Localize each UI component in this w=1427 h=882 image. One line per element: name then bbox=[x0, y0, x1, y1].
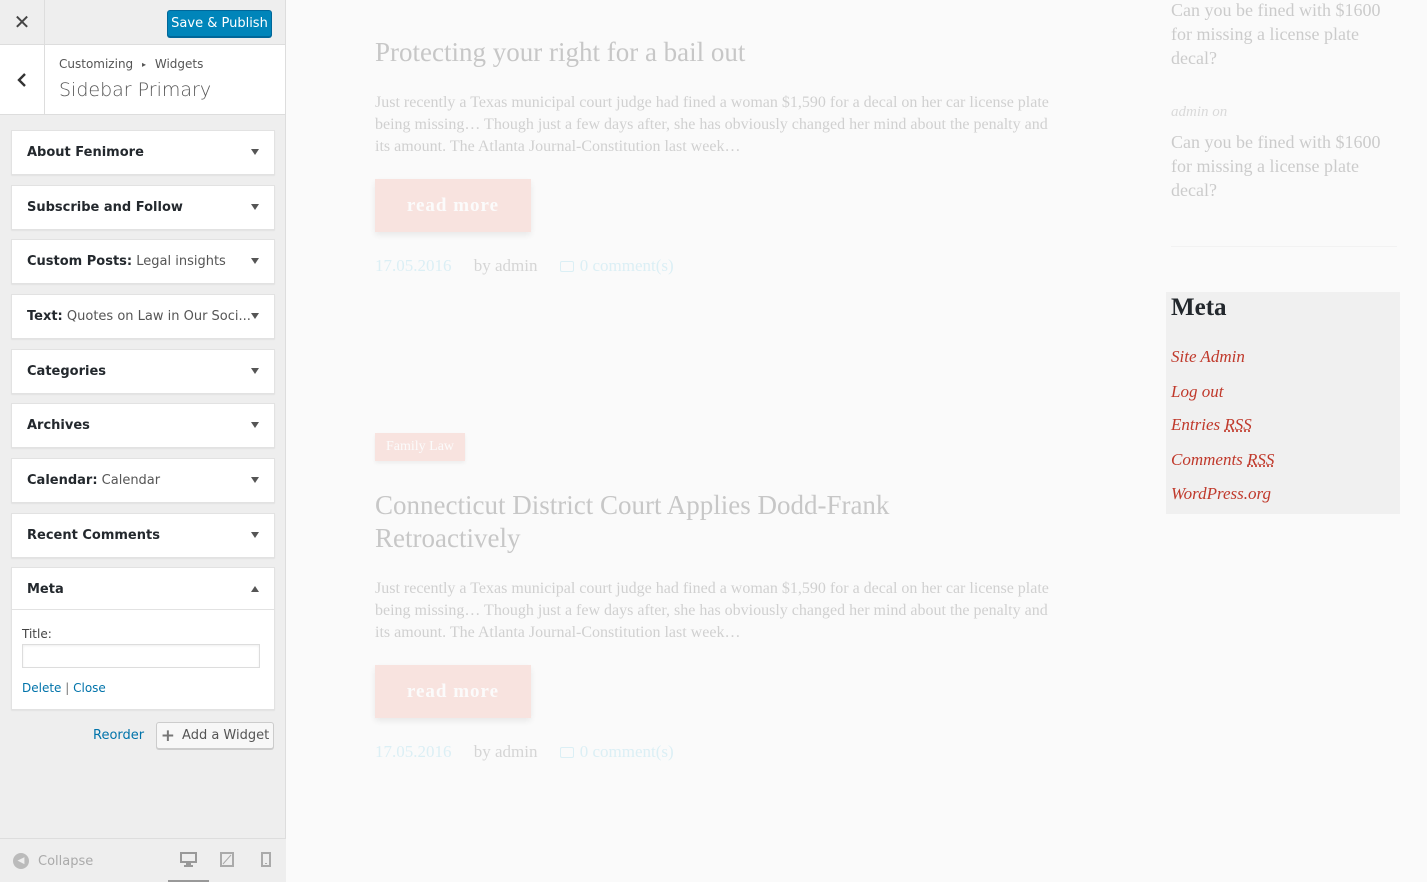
meta-widget-form: Title: Delete | Close bbox=[12, 609, 274, 709]
expand-arrow-icon[interactable] bbox=[251, 422, 259, 428]
close-link[interactable]: Close bbox=[73, 681, 106, 695]
collapse-arrow-icon[interactable] bbox=[251, 586, 259, 592]
widget-recent-comments[interactable]: Recent Comments bbox=[11, 513, 275, 558]
post-excerpt: Just recently a Texas municipal court ju… bbox=[375, 94, 1049, 155]
widget-title: About Fenimore bbox=[27, 145, 144, 160]
add-widget-button[interactable]: + Add a Widget bbox=[156, 722, 274, 749]
widget-custom-posts[interactable]: Custom Posts: Legal insights bbox=[11, 239, 275, 284]
post-title[interactable]: Protecting your right for a bail out bbox=[375, 36, 745, 69]
post-comments[interactable]: 0 comment(s) bbox=[580, 256, 674, 275]
widget-title: Calendar: Calendar bbox=[27, 473, 161, 488]
widget-title: Meta bbox=[27, 582, 64, 597]
read-more-button[interactable]: read more bbox=[375, 179, 531, 232]
comment-icon bbox=[559, 261, 574, 272]
close-icon: ✕ bbox=[13, 11, 31, 34]
expand-arrow-icon[interactable] bbox=[251, 313, 259, 319]
widget-actions: Delete | Close bbox=[22, 681, 106, 695]
section-title: Sidebar Primary bbox=[59, 79, 212, 101]
read-more-button[interactable]: read more bbox=[375, 665, 531, 718]
title-label: Title: bbox=[22, 627, 52, 641]
comment-link[interactable]: Can you be fined with $1600 for missing … bbox=[1171, 0, 1403, 70]
expand-arrow-icon[interactable] bbox=[251, 368, 259, 374]
comment-icon bbox=[559, 747, 574, 758]
breadcrumb-current: Widgets bbox=[154, 57, 204, 71]
expand-arrow-icon[interactable] bbox=[251, 204, 259, 210]
widget-title: Categories bbox=[27, 364, 107, 379]
mobile-icon[interactable] bbox=[261, 852, 271, 867]
meta-widget-preview: Meta Site Admin Log out Entries RSS Comm… bbox=[1166, 292, 1400, 514]
plus-icon: + bbox=[160, 725, 176, 746]
site-preview: Protecting your right for a bail out Jus… bbox=[287, 0, 1427, 882]
widget-title: Custom Posts: Legal insights bbox=[27, 254, 226, 269]
post-date[interactable]: 17.05.2016 bbox=[375, 256, 452, 275]
expand-arrow-icon[interactable] bbox=[251, 477, 259, 483]
close-customizer-button[interactable]: ✕ bbox=[0, 0, 45, 44]
title-input[interactable] bbox=[22, 644, 260, 668]
expand-arrow-icon[interactable] bbox=[251, 258, 259, 264]
tablet-icon[interactable] bbox=[220, 852, 234, 867]
widget-categories[interactable]: Categories bbox=[11, 349, 275, 394]
sidebar-divider bbox=[1171, 246, 1397, 247]
widget-title: Text: Quotes on Law in Our Soci... bbox=[27, 309, 251, 324]
category-tag[interactable]: Family Law bbox=[375, 433, 466, 461]
entries-rss-link[interactable]: Entries RSS bbox=[1171, 415, 1252, 435]
wordpress-org-link[interactable]: WordPress.org bbox=[1171, 484, 1271, 504]
reorder-link[interactable]: Reorder bbox=[93, 728, 144, 743]
customizer-topbar: ✕ Save & Publish bbox=[0, 0, 285, 45]
widget-meta[interactable]: Meta Title: Delete | Close bbox=[11, 567, 275, 710]
post-comments[interactable]: 0 comment(s) bbox=[580, 742, 674, 761]
breadcrumb-root: Customizing bbox=[59, 57, 134, 71]
widget-title: Recent Comments bbox=[27, 528, 160, 543]
widget-text-quotes[interactable]: Text: Quotes on Law in Our Soci... bbox=[11, 294, 275, 339]
actions-separator: | bbox=[61, 681, 74, 695]
expand-arrow-icon[interactable] bbox=[251, 532, 259, 538]
breadcrumb: Customizing ▸ Widgets bbox=[59, 57, 203, 71]
post-excerpt: Just recently a Texas municipal court ju… bbox=[375, 580, 1049, 641]
comment-link[interactable]: Can you be fined with $1600 for missing … bbox=[1171, 130, 1403, 202]
comment-author: admin on bbox=[1171, 104, 1228, 120]
log-out-link[interactable]: Log out bbox=[1171, 382, 1223, 402]
expand-arrow-icon[interactable] bbox=[251, 149, 259, 155]
site-admin-link[interactable]: Site Admin bbox=[1171, 347, 1245, 367]
save-publish-button[interactable]: Save & Publish bbox=[167, 10, 272, 37]
widget-archives[interactable]: Archives bbox=[11, 403, 275, 448]
post-meta: 17.05.2016 by admin 0 comment(s) bbox=[375, 256, 674, 276]
back-button[interactable] bbox=[0, 45, 45, 114]
post-author[interactable]: by admin bbox=[474, 256, 538, 275]
collapse-icon: ◀ bbox=[13, 853, 29, 869]
customizer-footer: ◀ Collapse bbox=[0, 838, 286, 882]
post-meta: 17.05.2016 by admin 0 comment(s) bbox=[375, 742, 674, 762]
customizer-panel: ✕ Save & Publish Customizing ▸ Widgets S… bbox=[0, 0, 286, 882]
post-title[interactable]: Connecticut District Court Applies Dodd-… bbox=[375, 489, 995, 555]
widget-subscribe-follow[interactable]: Subscribe and Follow bbox=[11, 185, 275, 230]
comments-rss-link[interactable]: Comments RSS bbox=[1171, 450, 1274, 470]
delete-link[interactable]: Delete bbox=[22, 681, 61, 695]
add-widget-label: Add a Widget bbox=[182, 728, 270, 743]
breadcrumb-separator-icon: ▸ bbox=[142, 60, 147, 69]
meta-heading: Meta bbox=[1171, 294, 1227, 321]
post-date[interactable]: 17.05.2016 bbox=[375, 742, 452, 761]
desktop-icon[interactable] bbox=[180, 852, 197, 867]
collapse-button[interactable]: ◀ Collapse bbox=[13, 853, 93, 869]
collapse-label: Collapse bbox=[38, 853, 94, 869]
post-author[interactable]: by admin bbox=[474, 742, 538, 761]
widget-title: Subscribe and Follow bbox=[27, 200, 183, 215]
widget-title: Archives bbox=[27, 418, 90, 433]
widget-about-fenimore[interactable]: About Fenimore bbox=[11, 130, 275, 175]
widget-calendar[interactable]: Calendar: Calendar bbox=[11, 458, 275, 503]
section-header: Customizing ▸ Widgets Sidebar Primary bbox=[0, 45, 285, 115]
chevron-left-icon bbox=[17, 72, 26, 87]
